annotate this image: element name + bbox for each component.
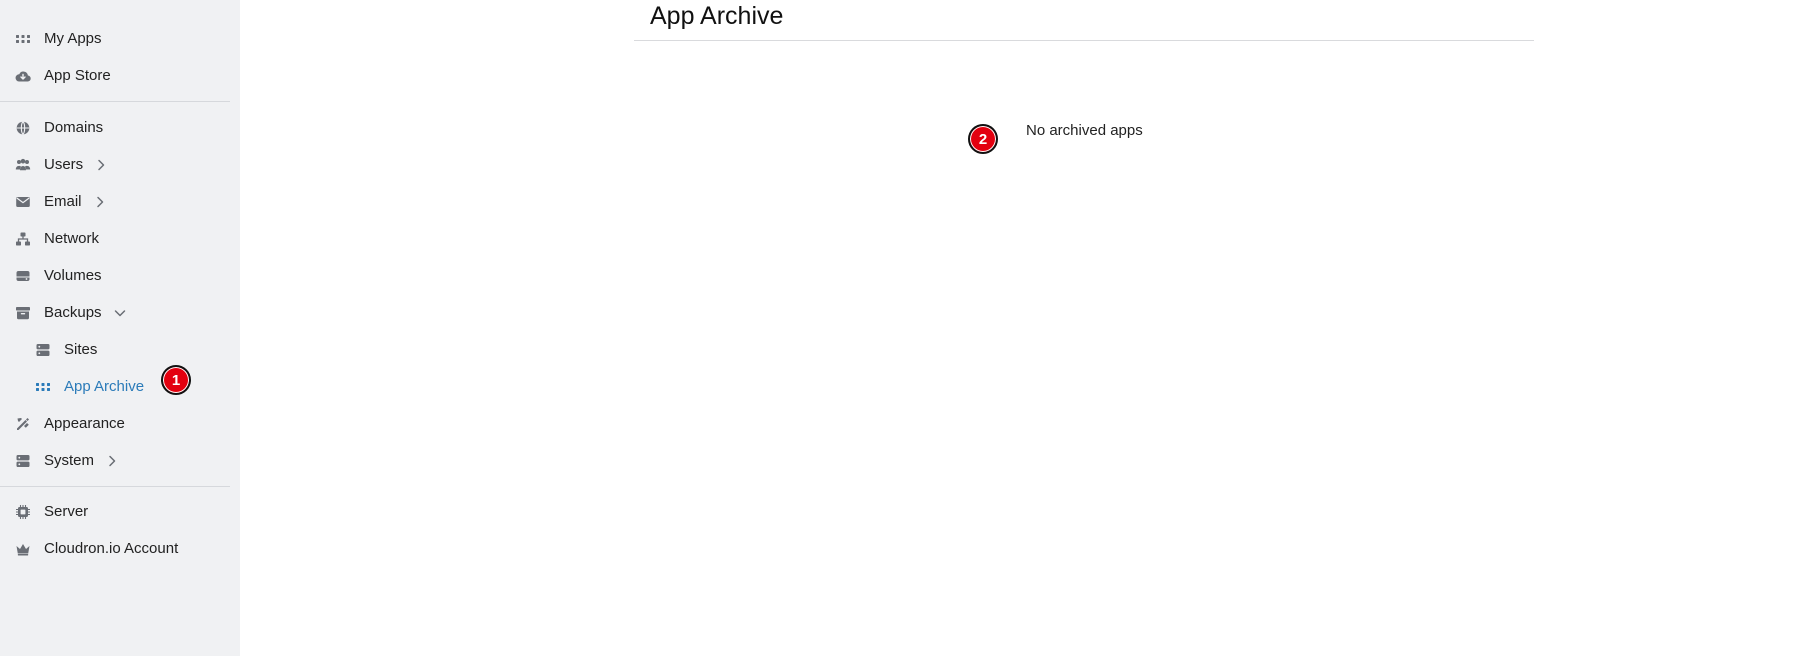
app-root: My Apps App Store Domains Users Email Ne…	[0, 0, 1812, 656]
chevron-right-icon	[94, 196, 106, 208]
sidebar-divider	[0, 101, 230, 102]
sidebar-item-label: Backups	[44, 304, 102, 321]
sidebar-item-my-apps[interactable]: My Apps	[0, 24, 102, 54]
chevron-right-icon	[95, 159, 107, 171]
sidebar-item-label: App Store	[44, 67, 111, 84]
chevron-right-icon	[106, 455, 118, 467]
sidebar-item-label: App Archive	[64, 378, 145, 395]
drive-icon	[14, 267, 32, 285]
server-icon	[14, 452, 32, 470]
sidebar-item-label: Sites	[64, 341, 98, 358]
sidebar-item-label: Server	[44, 503, 89, 520]
empty-state-message: No archived apps	[1026, 122, 1143, 139]
users-icon	[14, 156, 32, 174]
page-title: App Archive	[650, 2, 784, 30]
paint-tools-icon	[14, 415, 32, 433]
sidebar-item-label: Volumes	[44, 267, 102, 284]
sidebar-item-system[interactable]: System	[0, 446, 118, 476]
sidebar-divider	[0, 486, 230, 487]
sidebar-item-volumes[interactable]: Volumes	[0, 261, 102, 291]
sidebar-item-label: Appearance	[44, 415, 125, 432]
chevron-down-icon	[114, 307, 126, 319]
crown-icon	[14, 540, 32, 558]
envelope-icon	[14, 193, 32, 211]
cloud-download-icon	[14, 67, 32, 85]
annotation-marker-2: 2	[968, 124, 998, 154]
sidebar: My Apps App Store Domains Users Email Ne…	[0, 0, 240, 656]
sidebar-item-label: System	[44, 452, 95, 469]
sidebar-item-label: Domains	[44, 119, 104, 136]
grid-icon	[14, 30, 32, 48]
sidebar-item-backups[interactable]: Backups	[0, 298, 126, 328]
globe-icon	[14, 119, 32, 137]
sidebar-item-email[interactable]: Email	[0, 187, 106, 217]
sidebar-item-label: Cloudron.io Account	[44, 540, 179, 557]
sidebar-item-label: Network	[44, 230, 100, 247]
sidebar-item-domains[interactable]: Domains	[0, 113, 103, 143]
sidebar-item-appearance[interactable]: Appearance	[0, 409, 125, 439]
annotation-marker-1: 1	[161, 365, 191, 395]
sidebar-item-cloudron-account[interactable]: Cloudron.io Account	[0, 534, 178, 564]
archive-icon	[14, 304, 32, 322]
sidebar-item-app-store[interactable]: App Store	[0, 61, 111, 91]
sidebar-item-label: Users	[44, 156, 84, 173]
sidebar-item-server[interactable]: Server	[0, 497, 88, 527]
sidebar-item-network[interactable]: Network	[0, 224, 99, 254]
server-icon	[34, 341, 52, 359]
title-divider	[634, 40, 1534, 41]
sidebar-item-users[interactable]: Users	[0, 150, 107, 180]
chip-icon	[14, 503, 32, 521]
sidebar-item-app-archive[interactable]: App Archive	[0, 372, 144, 402]
network-icon	[14, 230, 32, 248]
sidebar-item-label: Email	[44, 193, 82, 210]
grid-icon	[34, 378, 52, 396]
sidebar-item-label: My Apps	[44, 30, 102, 47]
sidebar-item-sites[interactable]: Sites	[0, 335, 97, 365]
